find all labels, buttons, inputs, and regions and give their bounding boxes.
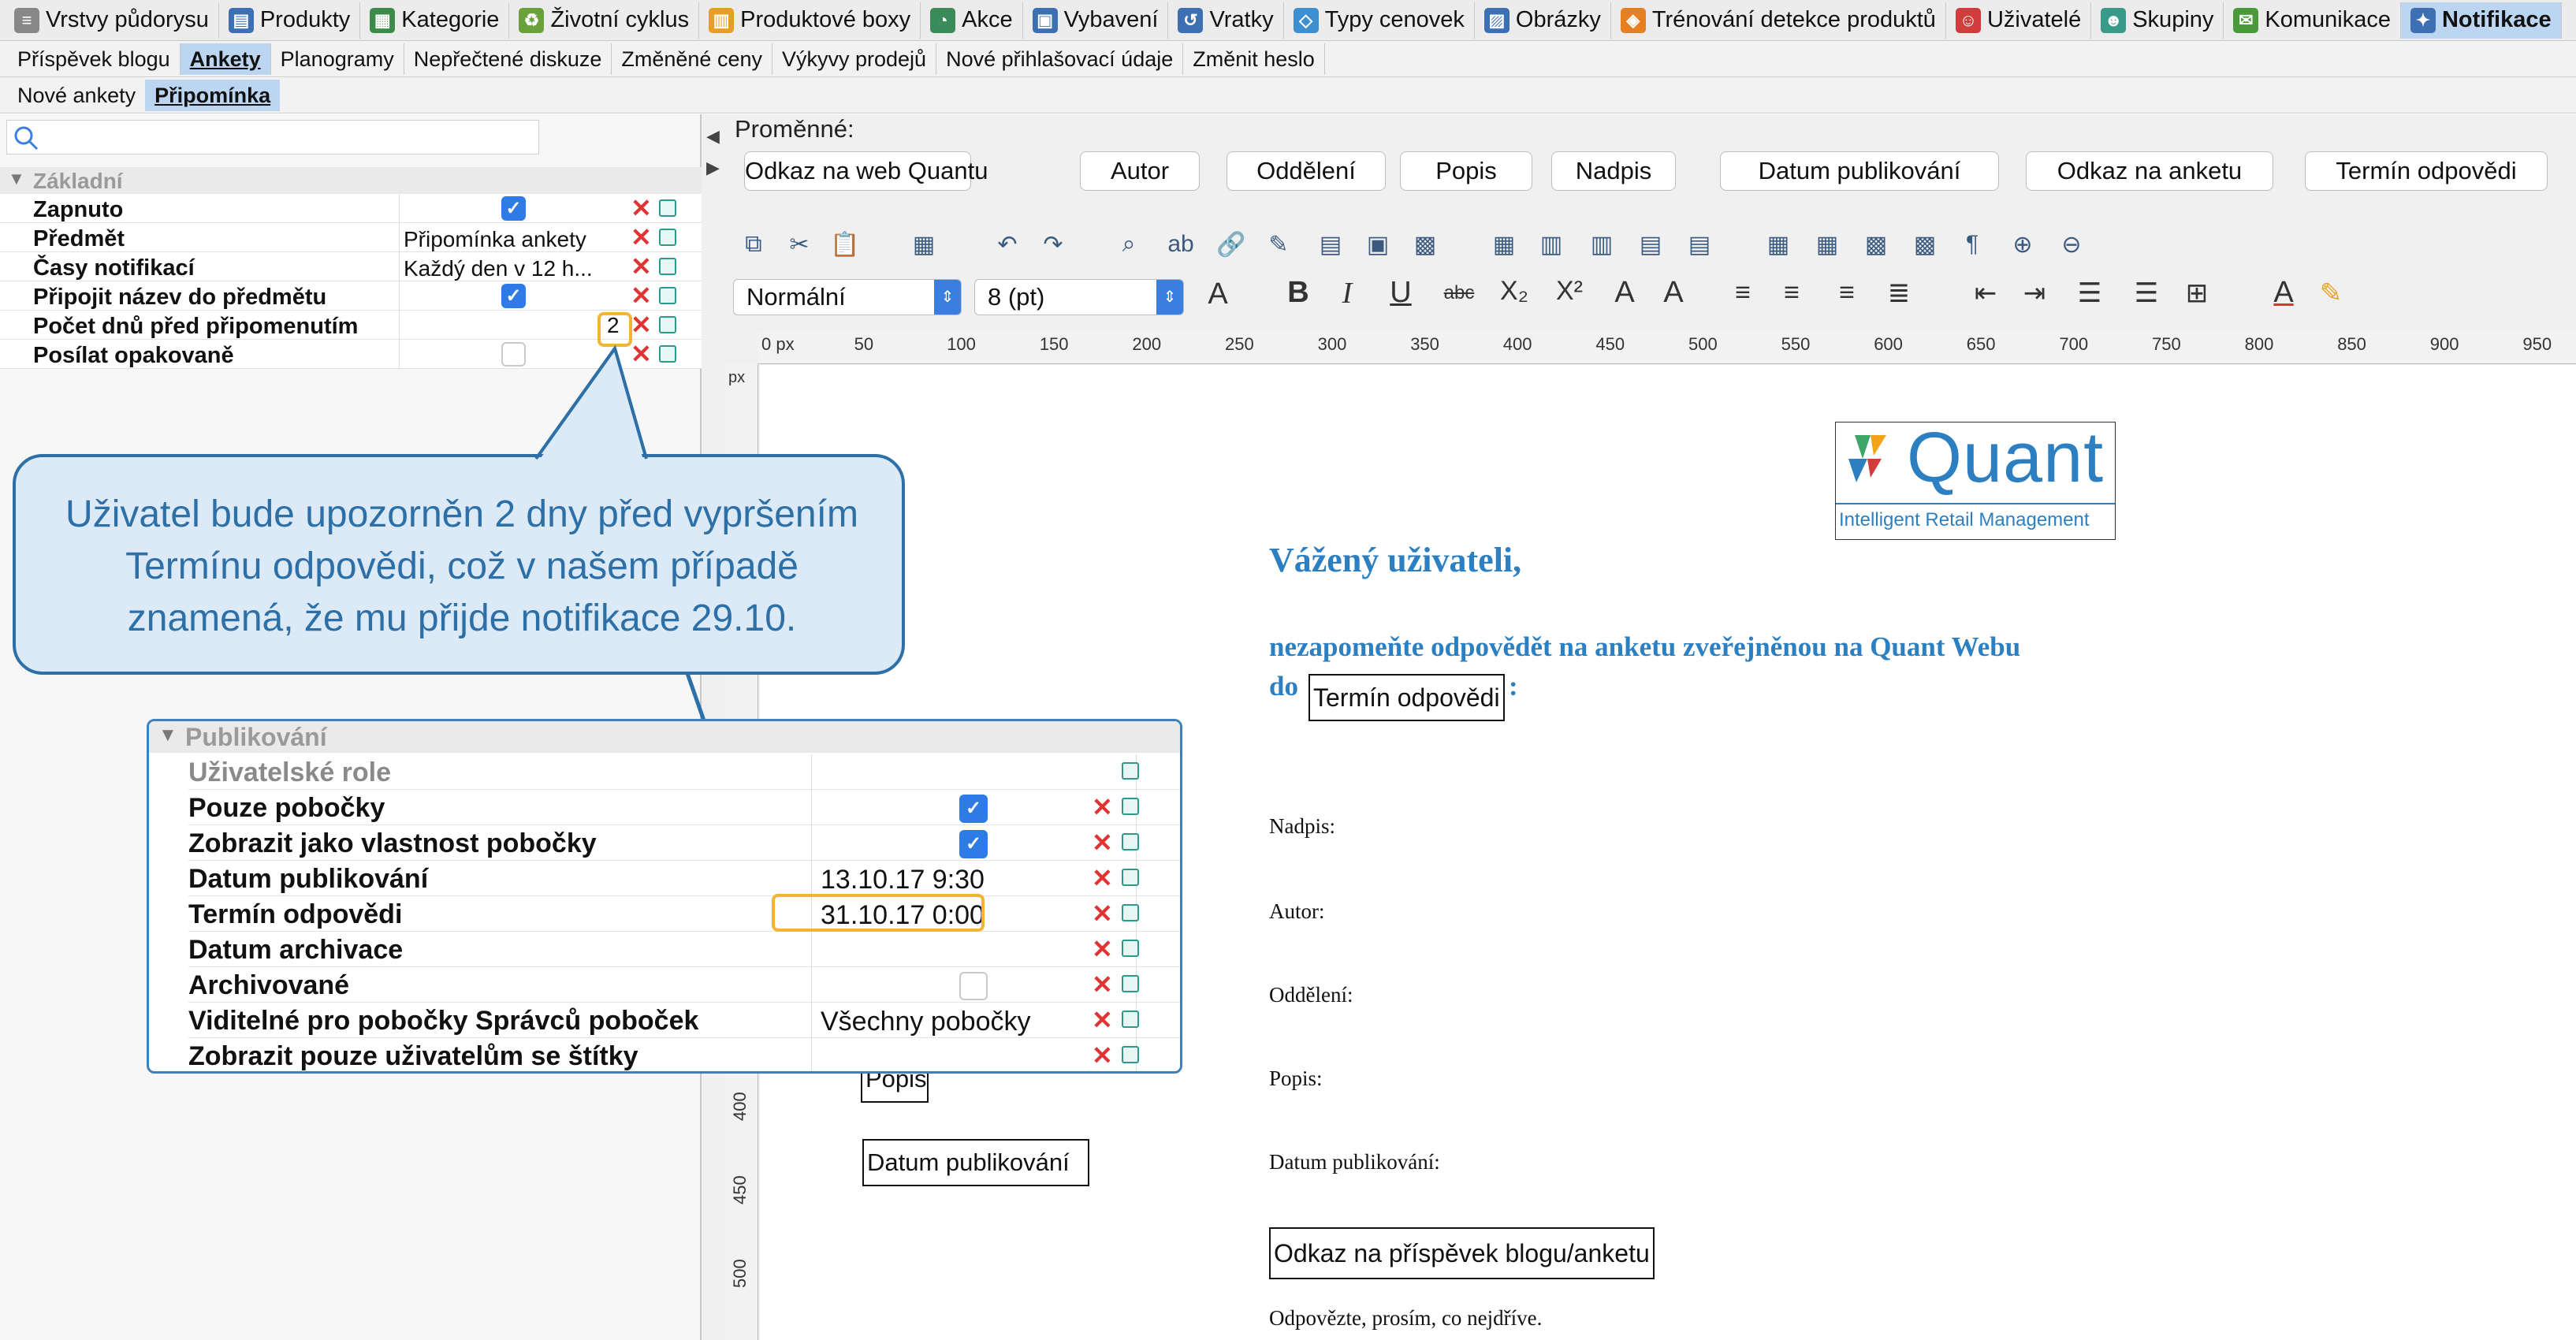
- delete-icon[interactable]: ✕: [1092, 830, 1113, 855]
- delete-icon[interactable]: ✕: [1092, 972, 1113, 997]
- publish-label: Uživatelské role: [188, 757, 392, 787]
- edit-icon[interactable]: [1122, 869, 1139, 886]
- publish-value[interactable]: Všechny pobočky: [821, 1007, 1031, 1037]
- deadline-highlight: [772, 894, 985, 932]
- publish-row[interactable]: Uživatelské role: [188, 754, 1180, 790]
- publish-row[interactable]: Viditelné pro pobočky Správců poboček Vše…: [188, 1003, 1180, 1038]
- publish-checkbox[interactable]: [959, 972, 988, 1000]
- publish-value[interactable]: 13.10.17 9:30: [821, 865, 985, 895]
- publish-label: Zobrazit jako vlastnost pobočky: [188, 828, 597, 858]
- publish-checkbox[interactable]: ✓: [959, 795, 988, 823]
- group-header-publish[interactable]: ▼ Publikování: [149, 721, 1180, 753]
- delete-icon[interactable]: ✕: [1092, 901, 1113, 926]
- publish-row[interactable]: Zobrazit pouze uživatelům se štítky ✕: [188, 1038, 1180, 1071]
- publish-label: Viditelné pro pobočky Správců poboček: [188, 1006, 699, 1036]
- delete-icon[interactable]: ✕: [1092, 795, 1113, 820]
- edit-icon[interactable]: [1122, 904, 1139, 921]
- edit-icon[interactable]: [1122, 762, 1139, 780]
- delete-icon[interactable]: ✕: [1092, 936, 1113, 962]
- edit-icon[interactable]: [1122, 833, 1139, 851]
- publish-row[interactable]: Datum archivace ✕: [188, 932, 1180, 967]
- publish-row[interactable]: Datum publikování 13.10.17 9:30 ✕: [188, 861, 1180, 896]
- edit-icon[interactable]: [1122, 975, 1139, 992]
- delete-icon[interactable]: ✕: [1092, 1043, 1113, 1068]
- publish-label: Termín odpovědi: [188, 899, 403, 929]
- publish-row[interactable]: Zobrazit jako vlastnost pobočky ✓ ✕: [188, 825, 1180, 861]
- delete-icon[interactable]: ✕: [1092, 865, 1113, 891]
- publish-row[interactable]: Pouze pobočky ✓ ✕: [188, 790, 1180, 825]
- publish-row[interactable]: Archivované ✕: [188, 967, 1180, 1003]
- publish-panel: ▼ Publikování Uživatelské role Pouze pobo…: [147, 719, 1182, 1074]
- publish-label: Zobrazit pouze uživatelům se štítky: [188, 1041, 638, 1071]
- publish-row[interactable]: Termín odpovědi 31.10.17 0:00 ✕: [188, 896, 1180, 932]
- edit-icon[interactable]: [1122, 1046, 1139, 1063]
- publish-checkbox[interactable]: ✓: [959, 830, 988, 858]
- callout-tail-cover: [534, 347, 648, 460]
- edit-icon[interactable]: [1122, 1011, 1139, 1028]
- delete-icon[interactable]: ✕: [1092, 1007, 1113, 1033]
- publish-label: Archivované: [188, 970, 350, 1000]
- publish-label: Datum archivace: [188, 935, 404, 965]
- collapse-arrow-icon[interactable]: ▼: [158, 724, 177, 746]
- edit-icon[interactable]: [1122, 798, 1139, 815]
- publish-label: Datum publikování: [188, 864, 429, 894]
- group-title: Publikování: [185, 723, 327, 751]
- publish-label: Pouze pobočky: [188, 793, 385, 823]
- edit-icon[interactable]: [1122, 940, 1139, 957]
